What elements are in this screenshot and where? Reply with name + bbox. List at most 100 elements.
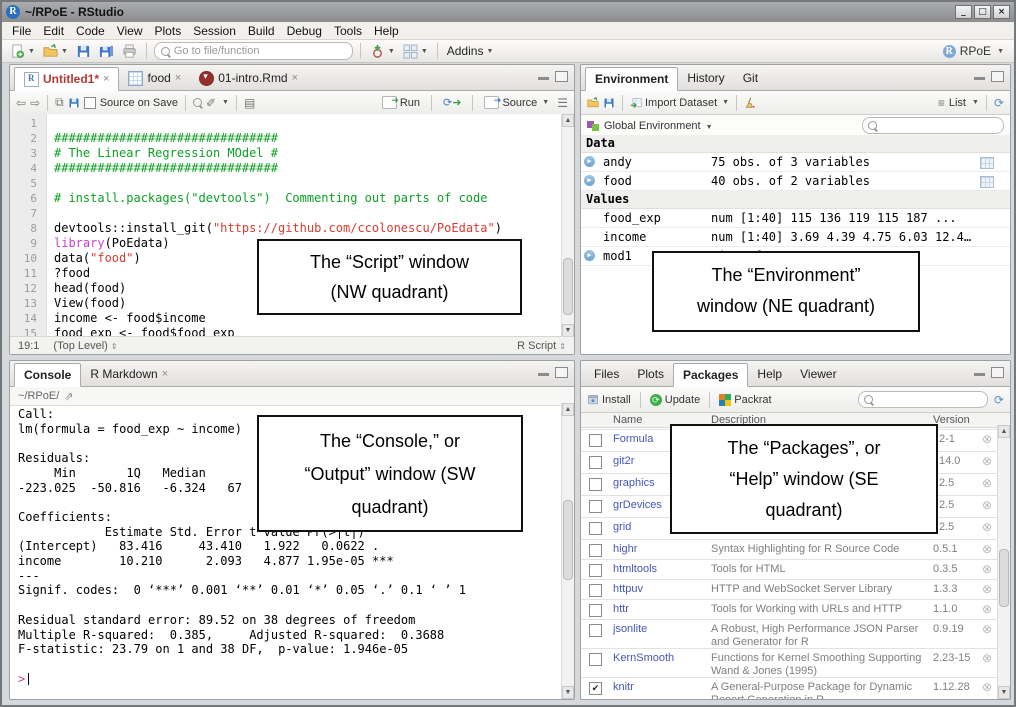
console-scrollbar[interactable]: ▲ ▼ [561, 403, 574, 699]
pane-layout-button[interactable]: ▼ [401, 43, 430, 60]
wand-icon[interactable]: ✐ [206, 96, 216, 110]
scrollbar-thumb[interactable] [563, 500, 573, 580]
packages-scrollbar[interactable]: ▲ ▼ [997, 425, 1010, 699]
package-checkbox[interactable] [589, 522, 602, 535]
open-file-button[interactable]: ▼ [41, 43, 70, 60]
minimize-pane-icon[interactable] [974, 373, 985, 376]
close-icon[interactable]: × [162, 368, 168, 380]
install-button[interactable]: Install [587, 394, 631, 406]
package-link[interactable]: KernSmooth [613, 652, 674, 664]
notebook-icon[interactable]: ▤ [244, 96, 255, 110]
remove-package-icon[interactable]: ⊗ [982, 432, 992, 446]
environment-row[interactable]: ▶food40 obs. of 2 variables [581, 172, 1010, 191]
remove-package-icon[interactable]: ⊗ [982, 498, 992, 512]
save-workspace-icon[interactable] [603, 97, 615, 109]
remove-package-icon[interactable]: ⊗ [982, 582, 992, 596]
editor-scrollbar[interactable]: ▲ ▼ [561, 114, 574, 337]
remove-package-icon[interactable]: ⊗ [982, 622, 992, 636]
package-link[interactable]: Formula [613, 433, 653, 445]
menu-item-build[interactable]: Build [242, 24, 281, 38]
open-in-window-icon[interactable]: ⇗ [64, 390, 73, 403]
package-link[interactable]: git2r [613, 455, 634, 467]
package-checkbox[interactable] [589, 434, 602, 447]
scope-selector[interactable]: (Top Level) ⇕ [53, 340, 117, 352]
menu-item-session[interactable]: Session [187, 24, 242, 38]
new-file-button[interactable]: ▼ [8, 43, 37, 60]
filetype-selector[interactable]: R Script ⇕ [517, 340, 566, 352]
forward-icon[interactable]: ⇨ [30, 96, 40, 110]
package-checkbox[interactable] [589, 500, 602, 513]
maximize-pane-icon[interactable] [555, 367, 568, 378]
outline-icon[interactable]: ☰ [557, 96, 568, 110]
package-checkbox[interactable] [589, 624, 602, 637]
tab-viewer[interactable]: Viewer [791, 362, 845, 386]
expand-icon[interactable]: ▶ [584, 175, 595, 186]
close-icon[interactable]: × [103, 73, 109, 85]
clear-broom-icon[interactable] [744, 97, 756, 109]
tab-git[interactable]: Git [734, 66, 767, 90]
package-link[interactable]: graphics [613, 477, 655, 489]
save-all-button[interactable] [97, 43, 116, 60]
run-button[interactable]: Run [382, 96, 420, 109]
remove-package-icon[interactable]: ⊗ [982, 602, 992, 616]
save-button[interactable] [74, 43, 93, 60]
console-prompt[interactable]: > [18, 672, 561, 687]
package-link[interactable]: grDevices [613, 499, 662, 511]
popout-icon[interactable]: ⧉ [55, 95, 64, 110]
scrollbar-thumb[interactable] [999, 549, 1009, 607]
find-icon[interactable] [193, 98, 202, 107]
packages-search-input[interactable] [858, 391, 988, 408]
tab-files[interactable]: Files [585, 362, 628, 386]
package-checkbox[interactable] [589, 604, 602, 617]
grid-view-icon[interactable] [980, 176, 994, 188]
import-dataset-button[interactable]: Import Dataset ▼ [630, 97, 729, 109]
tab-01-intro[interactable]: 01-intro.Rmd × [190, 66, 307, 90]
remove-package-icon[interactable]: ⊗ [982, 562, 992, 576]
back-icon[interactable]: ⇦ [16, 96, 26, 110]
menu-item-debug[interactable]: Debug [281, 24, 328, 38]
refresh-icon[interactable]: ⟳ [994, 393, 1004, 407]
tab-history[interactable]: History [678, 66, 733, 90]
package-link[interactable]: knitr [613, 681, 634, 693]
minimize-pane-icon[interactable] [538, 373, 549, 376]
menu-item-edit[interactable]: Edit [37, 24, 70, 38]
package-link[interactable]: httr [613, 603, 629, 615]
refresh-icon[interactable]: ⟳ [994, 96, 1004, 110]
scrollbar-thumb[interactable] [563, 258, 573, 315]
package-checkbox[interactable] [589, 544, 602, 557]
menu-item-view[interactable]: View [111, 24, 149, 38]
close-button[interactable]: × [993, 5, 1010, 19]
package-checkbox[interactable] [589, 584, 602, 597]
list-view-button[interactable]: ≡ List ▼ [938, 96, 979, 110]
update-button[interactable]: ⟳ Update [650, 394, 700, 406]
tab-help[interactable]: Help [748, 362, 791, 386]
package-checkbox[interactable] [589, 456, 602, 469]
packrat-button[interactable]: Packrat [719, 394, 771, 406]
package-link[interactable]: highr [613, 543, 637, 555]
version-control-button[interactable]: ▼ [368, 43, 397, 60]
maximize-button[interactable]: □ [974, 5, 991, 19]
package-link[interactable]: htmltools [613, 563, 657, 575]
remove-package-icon[interactable]: ⊗ [982, 680, 992, 694]
remove-package-icon[interactable]: ⊗ [982, 476, 992, 490]
source-on-save-checkbox[interactable]: Source on Save [84, 97, 178, 109]
close-icon[interactable]: × [175, 72, 181, 84]
print-button[interactable] [120, 43, 139, 60]
maximize-pane-icon[interactable] [991, 71, 1004, 82]
source-button[interactable]: Source▼ [484, 96, 549, 109]
grid-view-icon[interactable] [980, 157, 994, 169]
project-menu-button[interactable]: R RPoE ▼ [943, 44, 1008, 58]
package-checkbox[interactable] [589, 564, 602, 577]
rerun-button[interactable]: ⟳➜ [443, 96, 461, 109]
menu-item-code[interactable]: Code [70, 24, 111, 38]
environment-row[interactable]: incomenum [1:40] 3.69 4.39 4.75 6.03 12.… [581, 228, 1010, 247]
menu-item-tools[interactable]: Tools [328, 24, 368, 38]
scroll-up-icon[interactable]: ▲ [998, 425, 1010, 438]
package-link[interactable]: grid [613, 521, 631, 533]
tab-food[interactable]: food × [119, 66, 190, 90]
remove-package-icon[interactable]: ⊗ [982, 542, 992, 556]
tab-console[interactable]: Console [14, 363, 81, 387]
maximize-pane-icon[interactable] [555, 71, 568, 82]
package-link[interactable]: httpuv [613, 583, 643, 595]
minimize-button[interactable]: _ [955, 5, 972, 19]
